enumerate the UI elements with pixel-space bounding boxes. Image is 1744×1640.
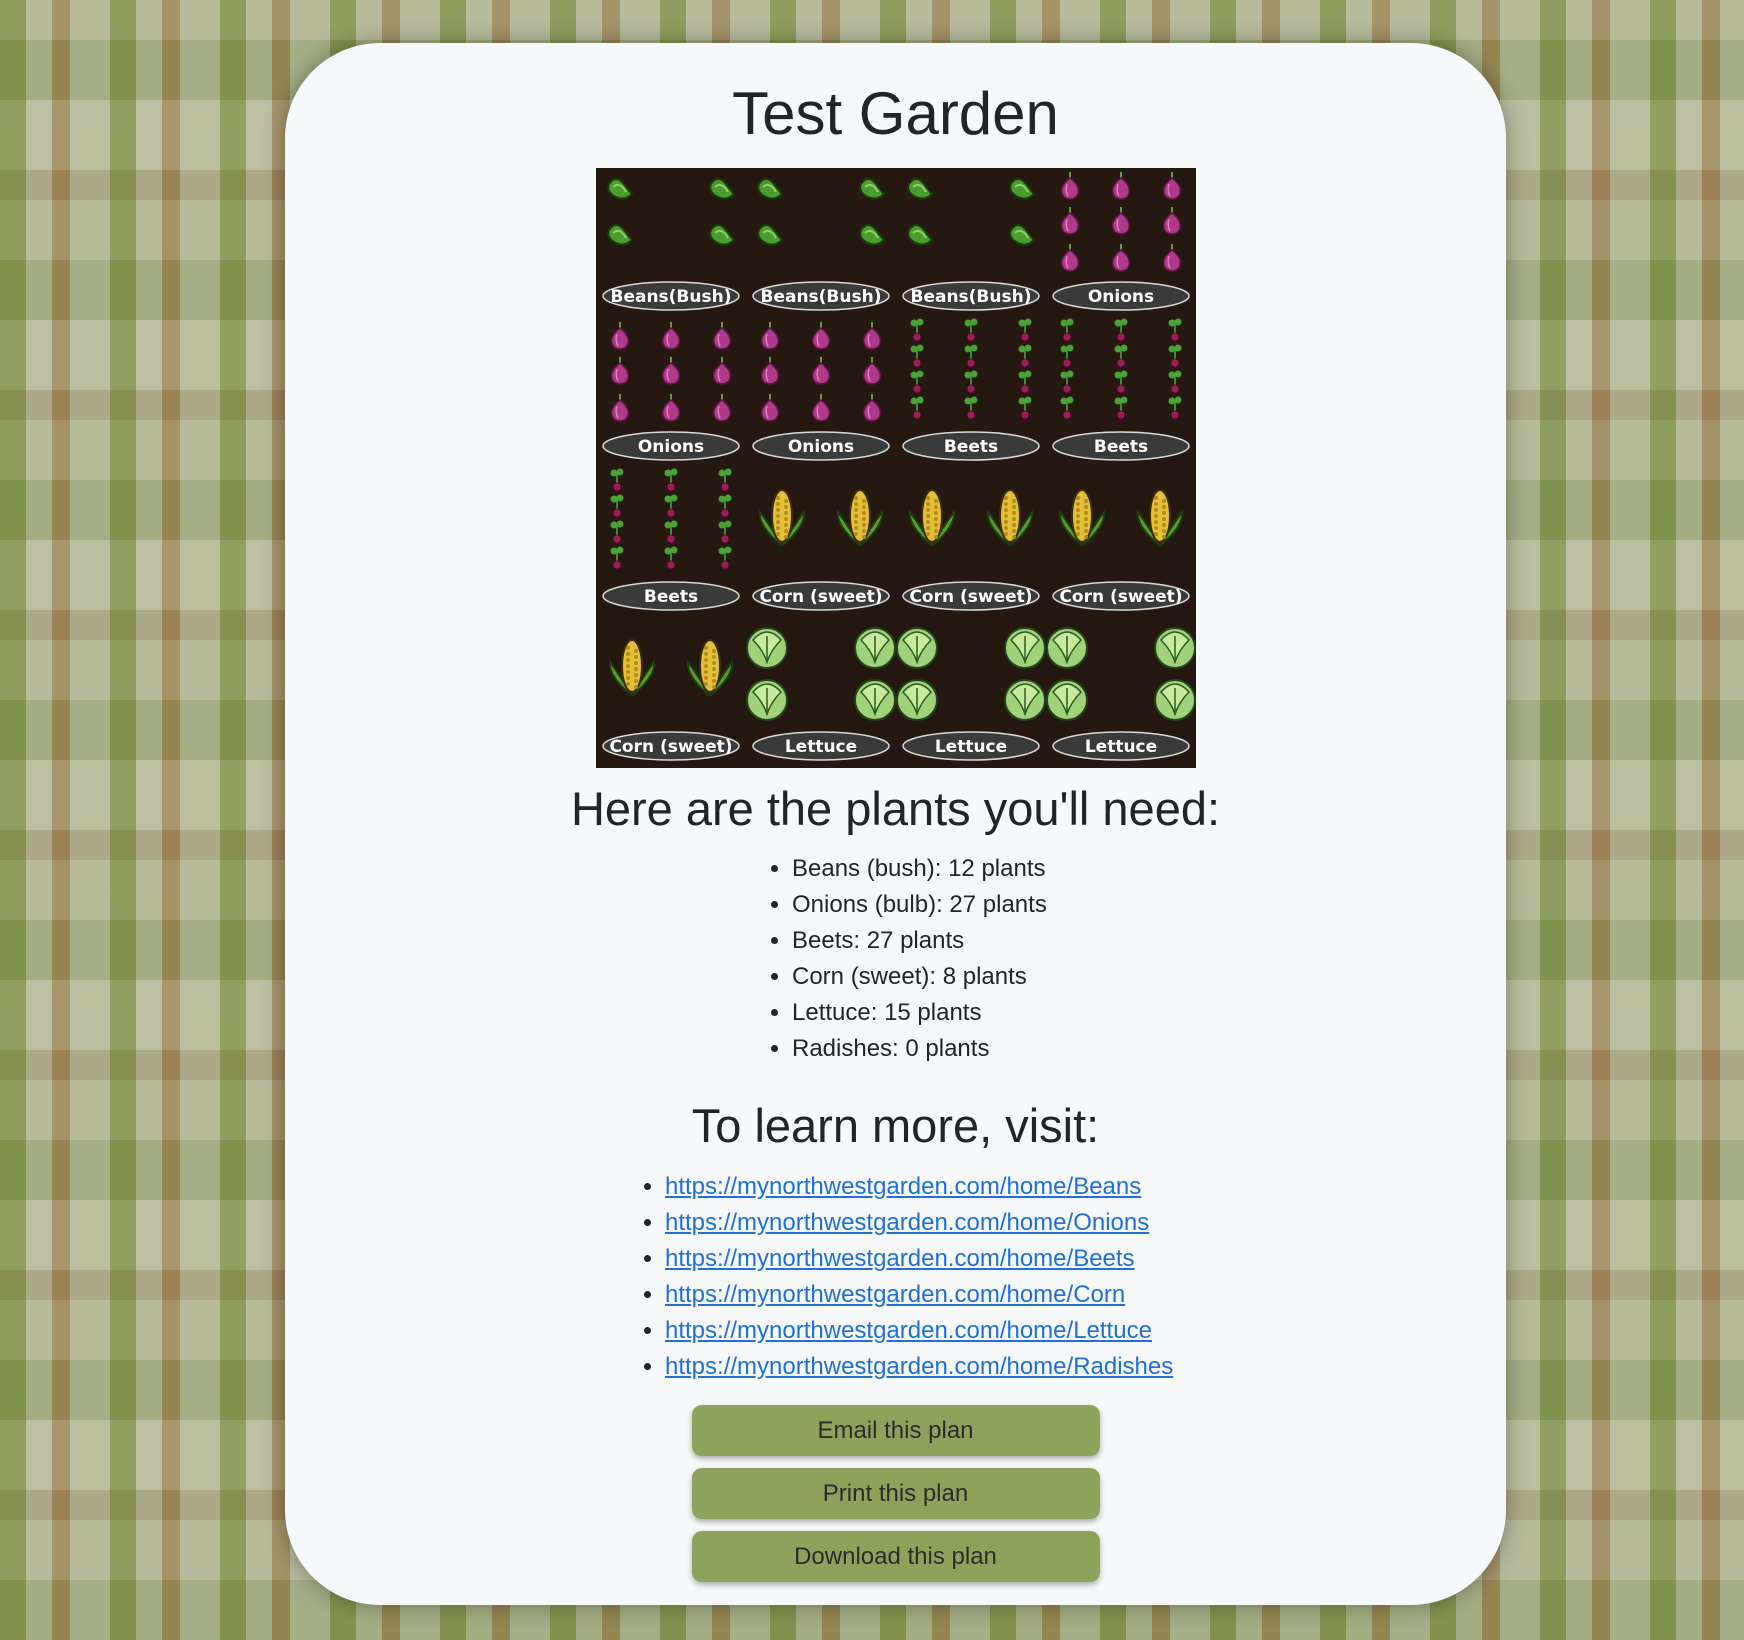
- plants-needed-list: Beans (bush): 12 plants Onions (bulb): 2…: [792, 851, 1506, 1067]
- plot-label: Onions: [637, 437, 703, 457]
- plot-label: Beans(Bush): [760, 287, 881, 307]
- action-buttons: Email this plan Print this plan Download…: [285, 1405, 1506, 1582]
- plot-label: Lettuce: [934, 737, 1006, 757]
- plot-label: Beans(Bush): [910, 287, 1031, 307]
- page-title: Test Garden: [732, 80, 1059, 147]
- link-lettuce[interactable]: https://mynorthwestgarden.com/home/Lettu…: [665, 1317, 1152, 1344]
- link-beets[interactable]: https://mynorthwestgarden.com/home/Beets: [665, 1245, 1135, 1272]
- garden-grid: Beans(Bush) Beans(Bush) Beans(Bush) Onions O…: [595, 168, 1196, 768]
- list-item: https://mynorthwestgarden.com/home/Lettu…: [665, 1313, 1506, 1349]
- download-plan-button[interactable]: Download this plan: [691, 1531, 1100, 1582]
- list-item: https://mynorthwestgarden.com/home/Beans: [665, 1169, 1506, 1205]
- plot-label: Lettuce: [784, 737, 856, 757]
- plot-label: Onions: [1087, 287, 1153, 307]
- list-item: Beans (bush): 12 plants: [792, 851, 1506, 887]
- plot-label: Corn (sweet): [909, 587, 1032, 607]
- email-plan-button[interactable]: Email this plan: [691, 1405, 1100, 1456]
- link-onions[interactable]: https://mynorthwestgarden.com/home/Onion…: [665, 1209, 1149, 1236]
- plot-label: Corn (sweet): [1059, 587, 1182, 607]
- list-item: Onions (bulb): 27 plants: [792, 887, 1506, 923]
- list-item: https://mynorthwestgarden.com/home/Corn: [665, 1277, 1506, 1313]
- list-item: https://mynorthwestgarden.com/home/Onion…: [665, 1205, 1506, 1241]
- list-item: Beets: 27 plants: [792, 923, 1506, 959]
- list-item: Radishes: 0 plants: [792, 1031, 1506, 1067]
- garden-plan-card: Test Garden Beans(Bush) Beans(Bush) Beans(…: [285, 43, 1506, 1605]
- list-item: Corn (sweet): 8 plants: [792, 959, 1506, 995]
- plot-label: Corn (sweet): [759, 587, 882, 607]
- plot-label: Beets: [643, 587, 697, 607]
- garden-grid-image: Beans(Bush) Beans(Bush) Beans(Bush) Onions O…: [595, 168, 1196, 768]
- list-item: https://mynorthwestgarden.com/home/Radis…: [665, 1349, 1506, 1385]
- link-corn[interactable]: https://mynorthwestgarden.com/home/Corn: [665, 1281, 1125, 1308]
- list-item: Lettuce: 15 plants: [792, 995, 1506, 1031]
- plot-label: Lettuce: [1084, 737, 1156, 757]
- plot-label: Beets: [943, 437, 997, 457]
- learn-more-links: https://mynorthwestgarden.com/home/Beans…: [665, 1169, 1506, 1385]
- soil-background: [595, 168, 1196, 768]
- plot-label: Corn (sweet): [609, 737, 732, 757]
- plot-label: Beans(Bush): [610, 287, 731, 307]
- list-item: https://mynorthwestgarden.com/home/Beets: [665, 1241, 1506, 1277]
- plot-label: Beets: [1093, 437, 1147, 457]
- link-beans[interactable]: https://mynorthwestgarden.com/home/Beans: [665, 1173, 1141, 1200]
- plot-label: Onions: [787, 437, 853, 457]
- plants-needed-heading: Here are the plants you'll need:: [570, 782, 1221, 835]
- learn-more-heading: To learn more, visit:: [691, 1099, 1100, 1152]
- print-plan-button[interactable]: Print this plan: [691, 1468, 1100, 1519]
- link-radishes[interactable]: https://mynorthwestgarden.com/home/Radis…: [665, 1353, 1173, 1380]
